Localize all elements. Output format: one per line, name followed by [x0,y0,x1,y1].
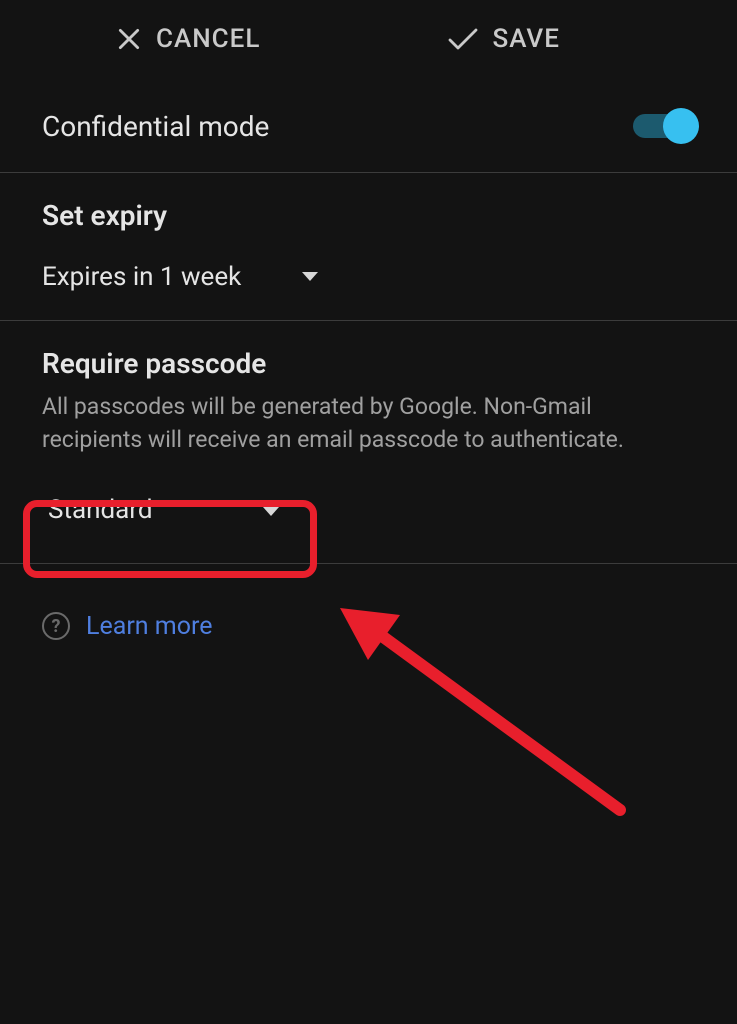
close-icon [116,26,142,52]
header-bar: CANCEL SAVE [0,0,737,82]
expiry-value: Expires in 1 week [42,262,241,292]
help-icon: ? [42,612,70,640]
learn-more-link[interactable]: Learn more [86,612,212,641]
require-passcode-title: Require passcode [42,347,695,380]
cancel-button[interactable]: CANCEL [40,24,367,54]
cancel-label: CANCEL [156,24,260,54]
confidential-mode-section: Confidential mode [0,82,737,173]
confidential-mode-title: Confidential mode [42,110,269,143]
passcode-dropdown[interactable]: Standard [42,485,298,535]
confidential-mode-toggle[interactable] [633,108,695,144]
chevron-down-icon [262,495,280,525]
check-icon [447,26,479,52]
passcode-value: Standard [48,495,152,525]
save-label: SAVE [493,24,560,54]
require-passcode-section: Require passcode All passcodes will be g… [0,321,737,564]
chevron-down-icon [301,271,319,283]
toggle-thumb [663,108,699,144]
require-passcode-subtext: All passcodes will be generated by Googl… [42,390,695,457]
save-button[interactable]: SAVE [367,24,698,54]
expiry-dropdown[interactable]: Expires in 1 week [42,262,319,292]
learn-more-row: ? Learn more [0,564,737,689]
set-expiry-section: Set expiry Expires in 1 week [0,173,737,321]
set-expiry-title: Set expiry [42,199,695,232]
